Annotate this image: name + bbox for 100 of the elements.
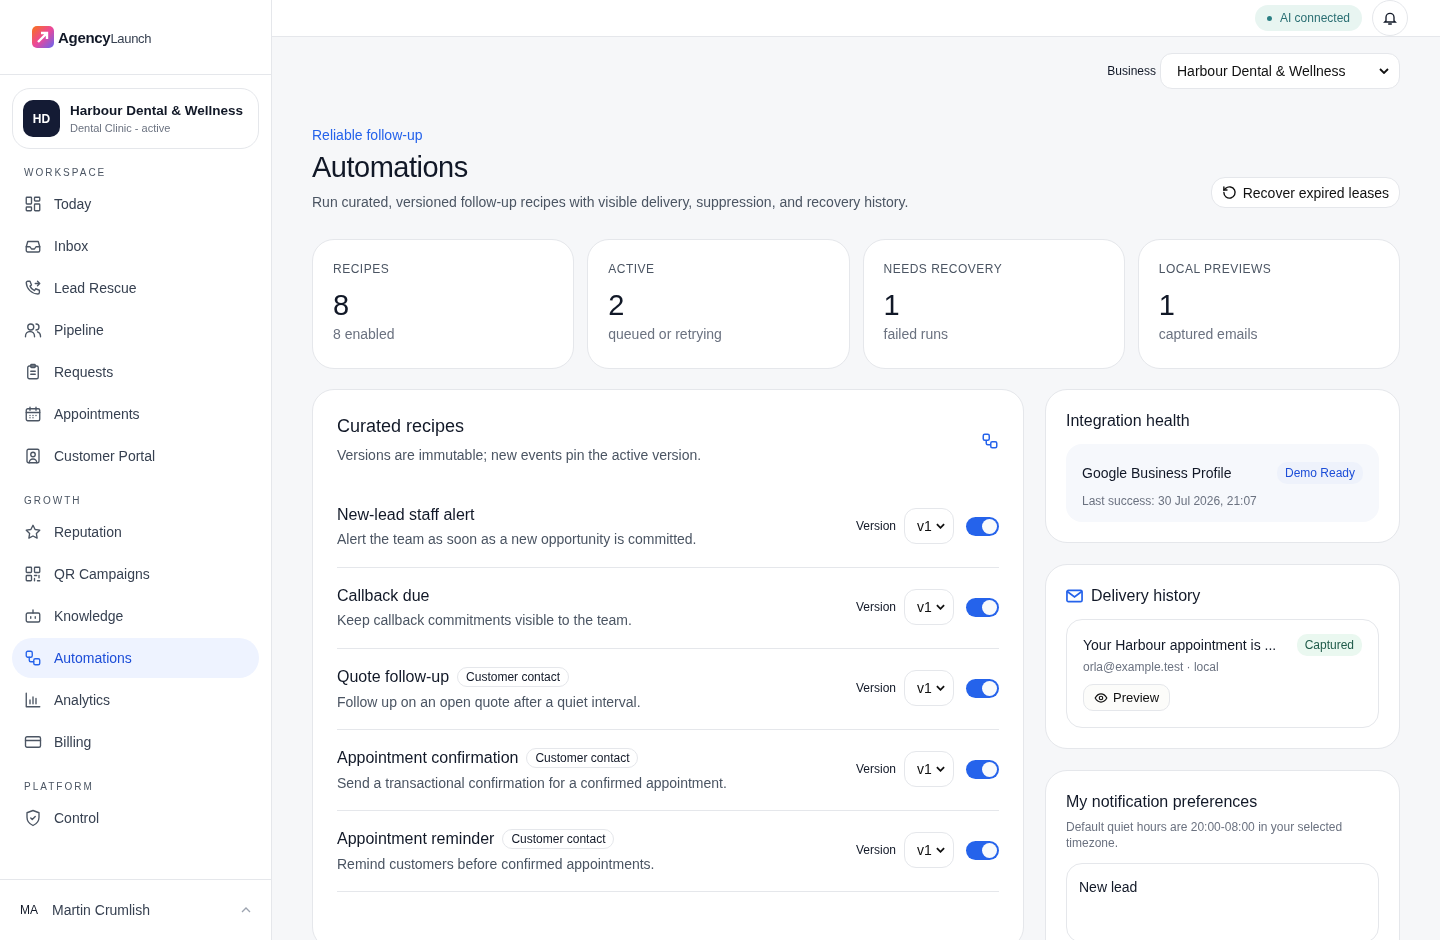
business-select[interactable]: Harbour Dental & Wellness: [1160, 53, 1400, 89]
user-menu[interactable]: MA Martin Crumlish: [0, 879, 271, 940]
bell-icon: [1382, 10, 1398, 26]
business-name: Harbour Dental & Wellness: [70, 103, 244, 118]
nav-item[interactable]: Appointments: [12, 394, 259, 434]
grid-icon: [24, 195, 42, 213]
recipe-toggle[interactable]: [966, 759, 999, 779]
user-name: Martin Crumlish: [52, 902, 151, 918]
version-select[interactable]: v1: [904, 508, 954, 544]
panel-title: Delivery history: [1091, 587, 1201, 605]
recipe-toggle[interactable]: [966, 840, 999, 860]
recipe-toggle[interactable]: [966, 678, 999, 698]
nav-item[interactable]: Requests: [12, 352, 259, 392]
notification-name: New lead: [1079, 879, 1138, 896]
panel-description: Default quiet hours are 20:00-08:00 in your selected timezone.: [1066, 819, 1344, 852]
business-label: Business: [1107, 64, 1156, 78]
stat-label: LOCAL PREVIEWS: [1158, 262, 1273, 276]
recipe-name: Appointment reminder: [337, 829, 495, 848]
portrait-icon: [24, 447, 42, 465]
chevron-down-icon: [936, 766, 945, 772]
nav-item[interactable]: Reputation: [12, 512, 259, 552]
recipe-description: Follow up on an open quote after a quiet interval.: [337, 693, 642, 710]
eye-icon: [1094, 690, 1108, 705]
chevron-up-icon: [241, 907, 251, 913]
qr-icon: [24, 565, 42, 583]
version-select[interactable]: v1: [904, 589, 954, 625]
email-subject: Your Harbour appointment is ...: [1083, 637, 1277, 653]
panel-title: Curated recipes: [337, 416, 466, 437]
phone-icon: [24, 279, 42, 297]
recipe-description: Alert the team as soon as a new opportunity is committed.: [337, 530, 698, 547]
stat-value: 1: [883, 289, 901, 322]
nav-item[interactable]: Pipeline: [12, 310, 259, 350]
panel-title: My notification preferences: [1066, 793, 1259, 811]
automation-icon: [981, 432, 999, 450]
users-icon: [24, 321, 42, 339]
stat-label: RECIPES: [333, 262, 391, 276]
section-heading: GROWTH: [23, 494, 83, 508]
chevron-down-icon: [936, 523, 945, 529]
nav-item[interactable]: Customer Portal: [12, 436, 259, 476]
recipe-name: Appointment confirmation: [337, 748, 519, 767]
page-eyebrow: Reliable follow-up: [312, 127, 424, 143]
shield-icon: [24, 809, 42, 827]
version-select[interactable]: v1: [904, 670, 954, 706]
calendar-icon: [24, 405, 42, 423]
nav-item[interactable]: Lead Rescue: [12, 268, 259, 308]
nav-item[interactable]: Inbox: [12, 226, 259, 266]
logo-icon: [32, 26, 54, 48]
nav-item[interactable]: QR Campaigns: [12, 554, 259, 594]
recipe-name: Callback due: [337, 586, 430, 605]
chevron-down-icon: [1379, 68, 1389, 74]
mail-icon: [1066, 589, 1083, 603]
integration-name: Google Business Profile: [1082, 465, 1232, 481]
business-avatar: HD: [23, 100, 60, 137]
stat-note: captured emails: [1158, 326, 1259, 342]
recipe-toggle[interactable]: [966, 516, 999, 536]
panel-title: Integration health: [1066, 412, 1191, 430]
version-label: Version: [855, 600, 896, 614]
stat-note: queued or retrying: [608, 326, 723, 342]
status-badge: AI connected: [1254, 5, 1362, 31]
card-icon: [24, 733, 42, 751]
stat-note: 8 enabled: [333, 326, 396, 342]
recipe-name: New-lead staff alert: [337, 505, 475, 524]
nav-item[interactable]: Analytics: [12, 680, 259, 720]
version-label: Version: [855, 843, 896, 857]
section-heading: PLATFORM: [23, 780, 95, 794]
section-heading: WORKSPACE: [23, 166, 108, 180]
integration-detail: Last success: 30 Jul 2026, 21:07: [1082, 494, 1258, 508]
page-description: Run curated, versioned follow-up recipes with visible delivery, suppression, and recovery history.: [312, 194, 909, 210]
refresh-icon: [1221, 185, 1237, 200]
recipe-description: Remind customers before confirmed appointments.: [337, 855, 656, 872]
user-initials: MA: [20, 903, 38, 917]
recover-button[interactable]: Recover expired leases: [1210, 177, 1400, 208]
nav-item[interactable]: Billing: [12, 722, 259, 762]
stat-value: 1: [1158, 289, 1176, 322]
nav-item[interactable]: Control: [12, 798, 259, 838]
version-select[interactable]: v1: [904, 832, 954, 868]
version-select[interactable]: v1: [904, 751, 954, 787]
nav-item[interactable]: Today: [12, 184, 259, 224]
nav-item[interactable]: Knowledge: [12, 596, 259, 636]
bot-icon: [24, 607, 42, 625]
chevron-down-icon: [936, 847, 945, 853]
email-meta: orla@example.test · local: [1083, 660, 1220, 674]
business-card[interactable]: HD Harbour Dental & Wellness Dental Clinic - active: [12, 88, 259, 149]
nav-item[interactable]: Automations: [12, 638, 259, 678]
business-subtitle: Dental Clinic - active: [70, 122, 172, 134]
stat-label: ACTIVE: [608, 262, 656, 276]
star-icon: [24, 523, 42, 541]
notifications-button[interactable]: [1372, 0, 1408, 36]
page-title: Automations: [312, 151, 469, 184]
status-badge: Demo Ready: [1276, 462, 1363, 484]
recipe-toggle[interactable]: [966, 597, 999, 617]
clipboard-icon: [24, 363, 42, 381]
version-label: Version: [855, 681, 896, 695]
panel-subtitle: Versions are immutable; new events pin the active version.: [337, 447, 702, 463]
stat-value: 8: [333, 289, 351, 322]
recipe-name: Quote follow-up: [337, 667, 450, 686]
stat-value: 2: [608, 289, 626, 322]
version-label: Version: [855, 762, 896, 776]
preview-button[interactable]: Preview: [1083, 684, 1171, 711]
stat-note: failed runs: [883, 326, 950, 342]
